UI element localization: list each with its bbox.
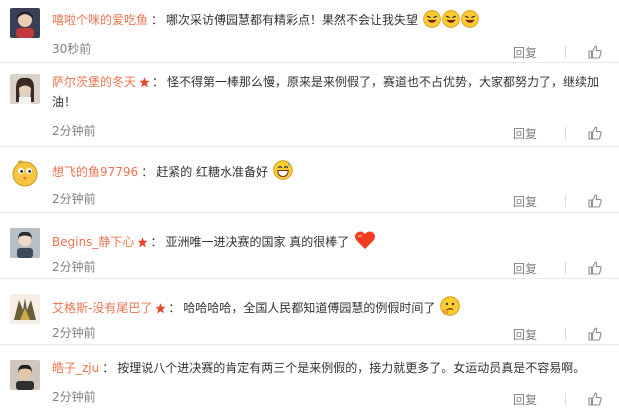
comment-time: 30秒前 bbox=[52, 42, 92, 56]
comment-item: 萨尔茨堡的冬天：怪不得第一棒那么慢，原来是来例假了，赛道也不占优势，大家都努力了… bbox=[0, 62, 619, 147]
verified-badge-icon bbox=[139, 77, 150, 88]
colon-separator: ： bbox=[168, 301, 181, 315]
comment-text: 哈哈哈哈，全国人民都知道傅园慧的例假时间了 bbox=[183, 301, 436, 315]
comment-item: 皓子_zju：按理说八个进决赛的肯定有两三个是来例假的，接力就更多了。女运动员真… bbox=[0, 344, 619, 411]
divider bbox=[565, 262, 566, 274]
thumbs-up-icon[interactable] bbox=[588, 392, 602, 406]
comment-time: 2分钟前 bbox=[52, 390, 96, 404]
thumbs-up-icon[interactable] bbox=[588, 261, 602, 275]
thumbs-up-icon[interactable] bbox=[588, 126, 602, 140]
comment-actions: 回复 bbox=[513, 191, 602, 211]
comment-username[interactable]: 嘻啦个咪的爱吃鱼 bbox=[52, 13, 148, 27]
avatar[interactable] bbox=[10, 158, 40, 188]
comment-actions: 回复 bbox=[513, 258, 602, 278]
comment-item: 想飞的鱼97796：赶紧的 红糖水准备好 2分钟前 回复 bbox=[0, 146, 619, 213]
avatar[interactable] bbox=[10, 228, 40, 258]
avatar[interactable] bbox=[10, 294, 40, 324]
divider bbox=[565, 46, 566, 58]
divider bbox=[565, 127, 566, 139]
colon-separator: ： bbox=[152, 75, 165, 89]
reply-button[interactable]: 回复 bbox=[513, 193, 537, 210]
comment-time: 2分钟前 bbox=[52, 192, 96, 206]
divider bbox=[565, 195, 566, 207]
grinning-sweat-face-icon bbox=[273, 160, 293, 186]
comment-actions: 回复 bbox=[513, 42, 602, 62]
comment-body: 想飞的鱼97796：赶紧的 红糖水准备好 bbox=[52, 160, 605, 186]
verified-badge-icon bbox=[155, 303, 167, 314]
divider bbox=[565, 328, 566, 340]
comment-body: Begins_静下心 ：亚洲唯一进决赛的国家 真的很棒了 bbox=[52, 230, 605, 256]
comment-text: 哪次采访傅园慧都有精彩点！果然不会让我失望 bbox=[166, 13, 419, 27]
thumbs-up-icon[interactable] bbox=[588, 194, 602, 208]
comment-text: 亚洲唯一进决赛的国家 真的很棒了 bbox=[165, 235, 350, 249]
avatar[interactable] bbox=[10, 8, 40, 38]
comment-text: 赶紧的 红糖水准备好 bbox=[156, 165, 269, 179]
colon-separator: ： bbox=[141, 165, 154, 179]
colon-separator: ： bbox=[151, 13, 164, 27]
comment-username[interactable]: 萨尔茨堡的冬天 bbox=[52, 75, 136, 89]
comment-actions: 回复 bbox=[513, 123, 602, 143]
avatar[interactable] bbox=[10, 74, 40, 104]
comment-actions: 回复 bbox=[513, 324, 602, 344]
red-heart-icon bbox=[354, 230, 376, 256]
thumbs-up-icon[interactable] bbox=[588, 45, 602, 59]
comment-body: 皓子_zju：按理说八个进决赛的肯定有两三个是来例假的，接力就更多了。女运动员真… bbox=[52, 358, 605, 378]
laughing-face-icon bbox=[442, 10, 460, 34]
reply-button[interactable]: 回复 bbox=[513, 260, 537, 277]
comment-body: 嘻啦个咪的爱吃鱼：哪次采访傅园慧都有精彩点！果然不会让我失望 bbox=[52, 10, 605, 34]
reply-button[interactable]: 回复 bbox=[513, 125, 537, 142]
comment-time: 2分钟前 bbox=[52, 260, 96, 274]
comment-item: Begins_静下心 ：亚洲唯一进决赛的国家 真的很棒了 2分钟前 回复 bbox=[0, 212, 619, 279]
laughing-face-icon bbox=[461, 10, 479, 34]
comment-item: 嘻啦个咪的爱吃鱼：哪次采访傅园慧都有精彩点！果然不会让我失望 30秒前 回复 bbox=[0, 6, 619, 63]
divider bbox=[565, 393, 566, 405]
comment-time: 2分钟前 bbox=[52, 124, 96, 138]
comment-text: 按理说八个进决赛的肯定有两三个是来例假的，接力就更多了。女运动员真是不容易啊。 bbox=[117, 361, 586, 375]
comment-list: 嘻啦个咪的爱吃鱼：哪次采访傅园慧都有精彩点！果然不会让我失望 30秒前 回复 萨… bbox=[0, 0, 619, 411]
comment-body: 萨尔茨堡的冬天：怪不得第一棒那么慢，原来是来例假了，赛道也不占优势，大家都努力了… bbox=[52, 72, 605, 112]
reply-button[interactable]: 回复 bbox=[513, 326, 537, 343]
comment-username[interactable]: 想飞的鱼97796 bbox=[52, 165, 138, 179]
comment-actions: 回复 bbox=[513, 389, 602, 409]
verified-badge-icon bbox=[137, 237, 149, 248]
comment-time: 2分钟前 bbox=[52, 326, 96, 340]
thinking-face-icon bbox=[440, 296, 461, 322]
colon-separator: ： bbox=[102, 361, 115, 375]
comment-body: 艾格斯-没有尾巴了 ：哈哈哈哈，全国人民都知道傅园慧的例假时间了 bbox=[52, 296, 605, 322]
colon-separator: ： bbox=[150, 235, 163, 249]
comment-username[interactable]: 皓子_zju bbox=[52, 361, 99, 375]
comment-username[interactable]: 艾格斯-没有尾巴了 bbox=[52, 301, 152, 315]
laughing-face-icon bbox=[423, 10, 441, 34]
reply-button[interactable]: 回复 bbox=[513, 391, 537, 408]
comment-item: 艾格斯-没有尾巴了 ：哈哈哈哈，全国人民都知道傅园慧的例假时间了 2分钟前 回复 bbox=[0, 278, 619, 345]
thumbs-up-icon[interactable] bbox=[588, 327, 602, 341]
comment-username[interactable]: Begins_静下心 bbox=[52, 235, 134, 249]
avatar[interactable] bbox=[10, 360, 40, 390]
reply-button[interactable]: 回复 bbox=[513, 44, 537, 61]
